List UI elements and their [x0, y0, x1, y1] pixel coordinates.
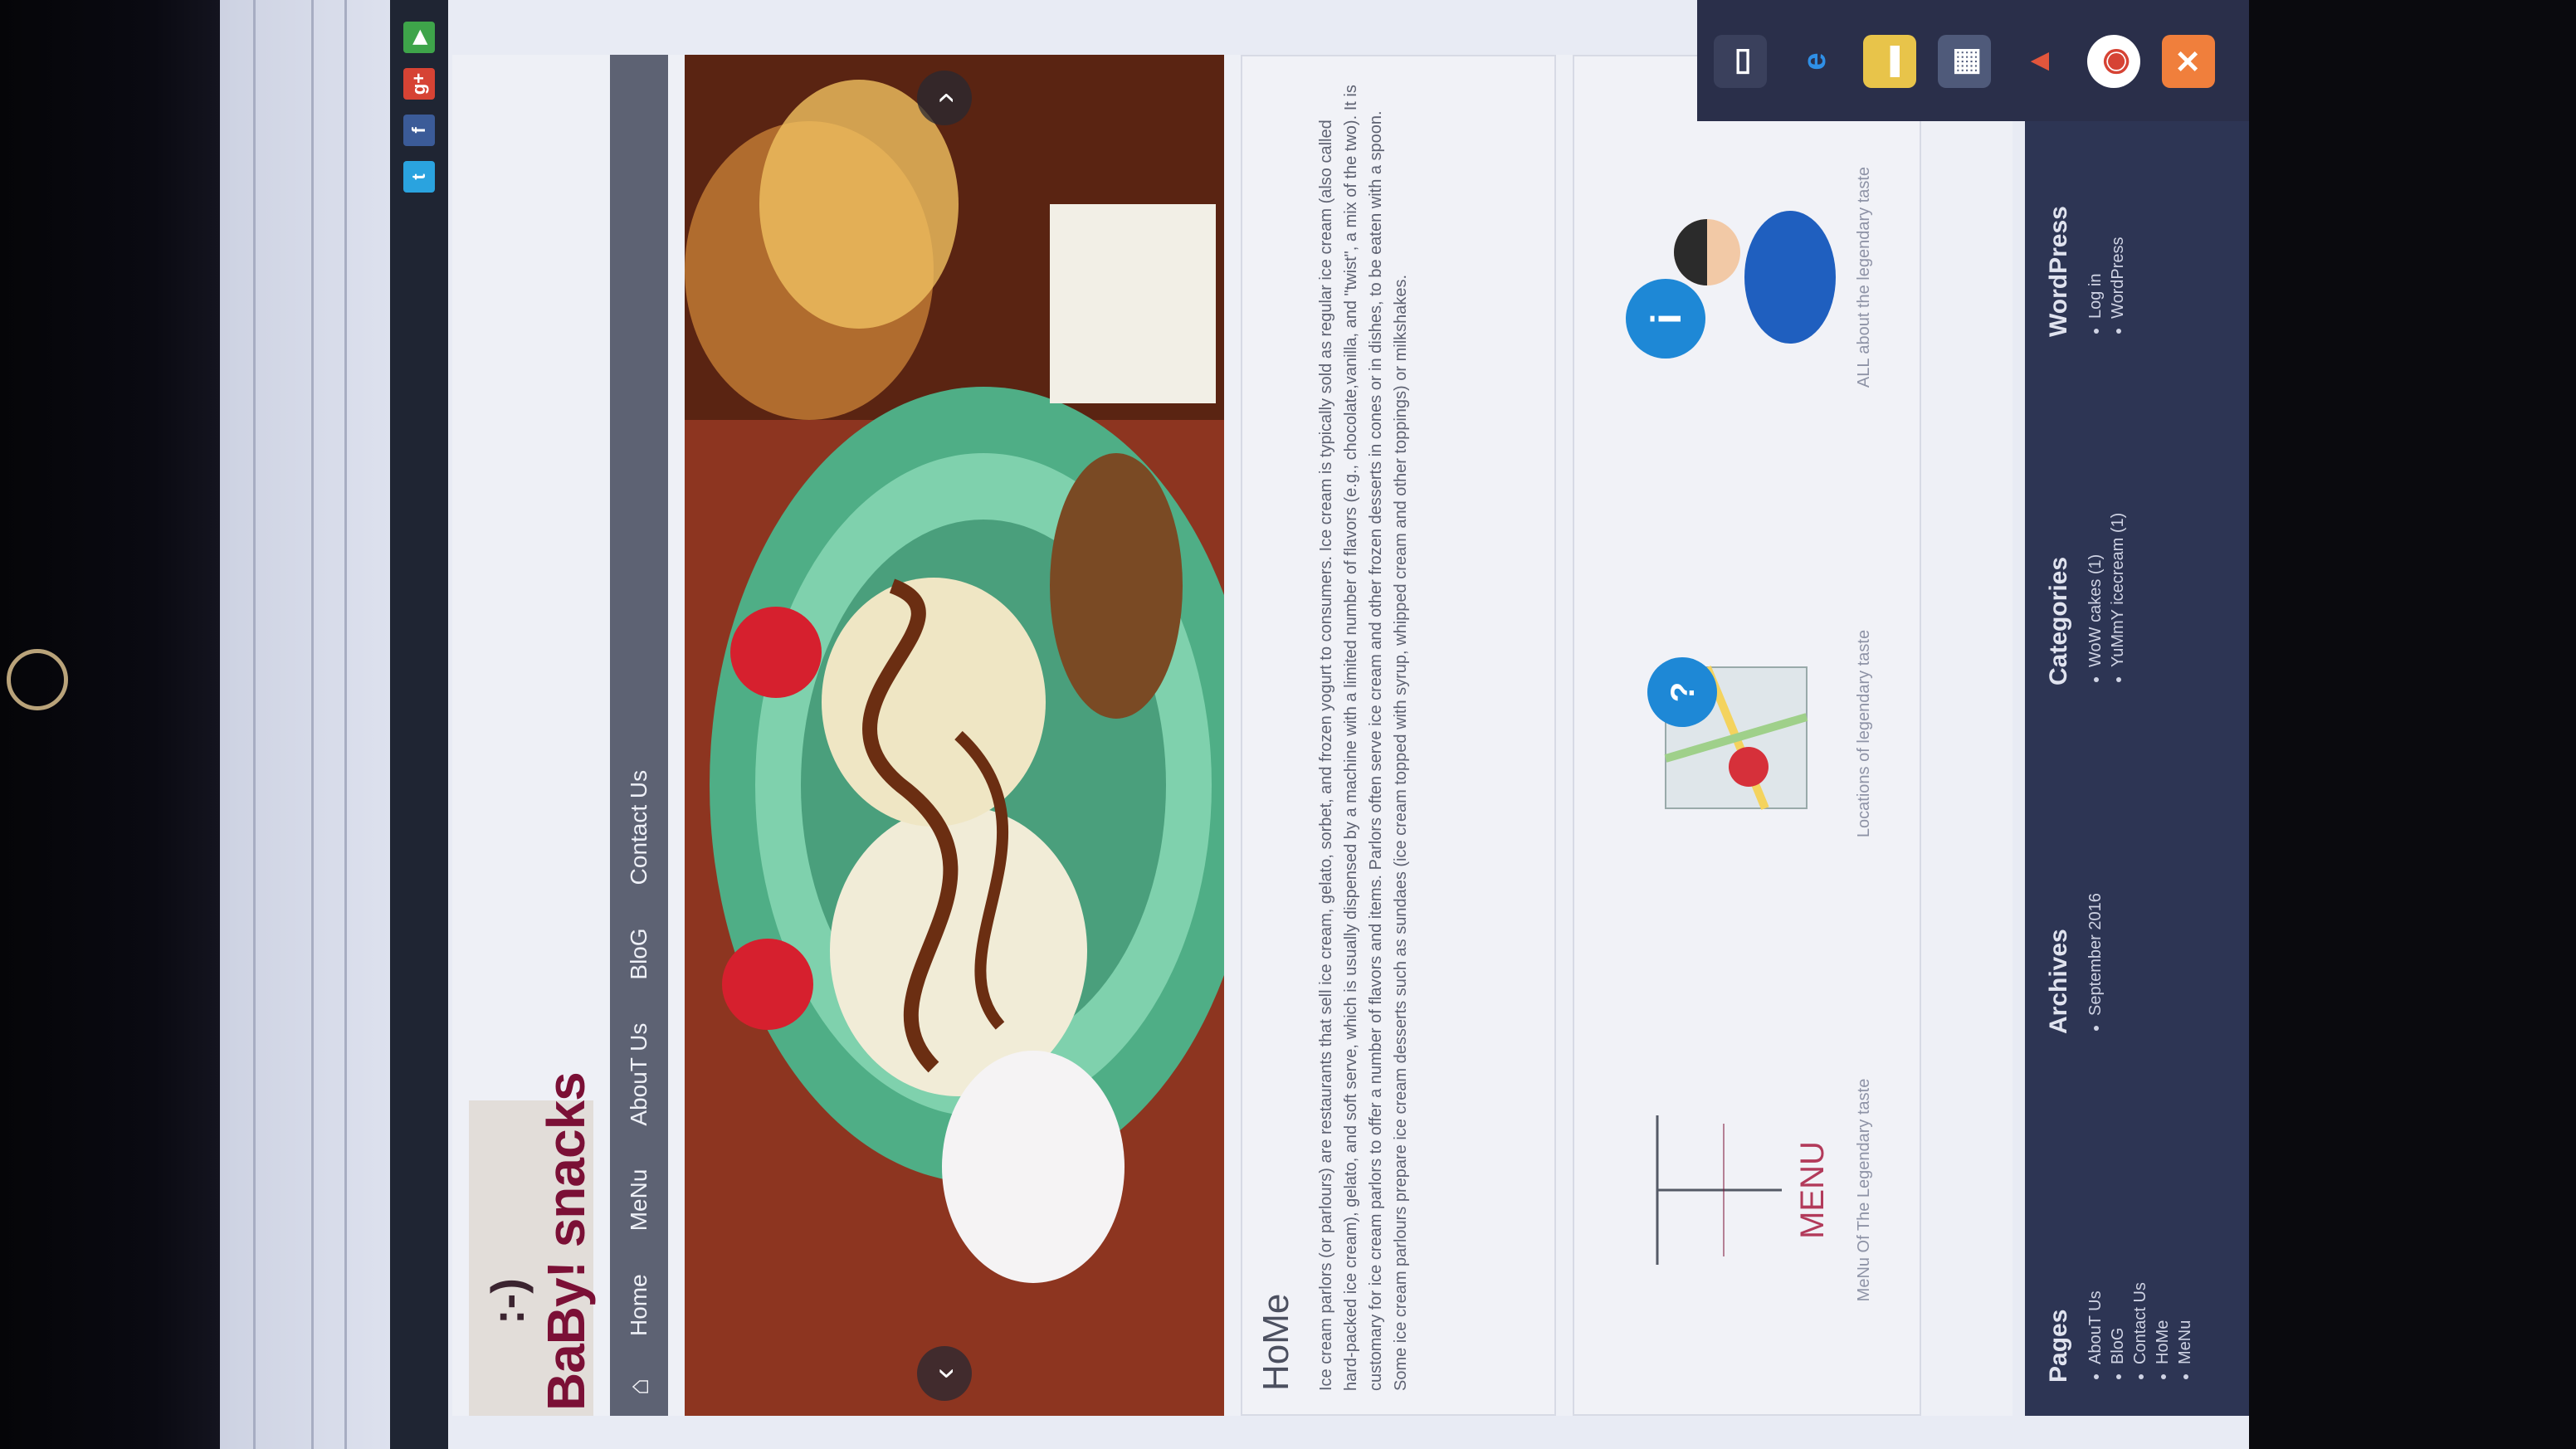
twitter-icon[interactable]: t: [403, 161, 435, 193]
footer-wordpress: WordPress Log in WordPress: [2045, 206, 2130, 337]
google-plus-icon[interactable]: g+: [403, 68, 435, 100]
site-footer: Pages AbouT Us BloG Contact Us HoMe MeNu…: [2025, 55, 2249, 1416]
sundae-photo: [685, 55, 1224, 1416]
feature-locations[interactable]: ? Locations of legendary taste: [1574, 510, 1923, 958]
youtube-icon[interactable]: ▶: [403, 22, 435, 53]
svg-text:i: i: [1643, 313, 1690, 324]
feature-caption[interactable]: MeNu Of The Legendary taste: [1855, 966, 1874, 1414]
page-title: HoMe: [1256, 1293, 1296, 1391]
footer-heading: WordPress: [2045, 206, 2072, 337]
nav-item-contact[interactable]: Contact Us: [610, 749, 668, 907]
task-view-icon[interactable]: ▭: [1714, 35, 1767, 88]
photo-frame: t f g+ ▶ :-) BaBy! snacks ⌂ Home MeNu Ab…: [0, 0, 2576, 1449]
footer-pages: Pages AbouT Us BloG Contact Us HoMe MeNu: [2045, 1282, 2197, 1383]
browser-chrome: [220, 0, 392, 1449]
prev-slide-icon[interactable]: ‹: [917, 1346, 972, 1401]
rotated-page: t f g+ ▶ :-) BaBy! snacks ⌂ Home MeNu Ab…: [220, 0, 2249, 1449]
logo-text: BaBy! snacks: [536, 1072, 596, 1411]
file-explorer-icon[interactable]: ▬: [1863, 35, 1916, 88]
nav-item-blog[interactable]: BloG: [610, 906, 668, 1001]
feature-caption[interactable]: Locations of legendary taste: [1855, 510, 1874, 958]
footer-archives: Archives September 2016: [2045, 893, 2107, 1034]
main-nav: ⌂ Home MeNu AbouT Us BloG Contact Us: [610, 55, 668, 1416]
footer-link[interactable]: AbouT Us: [2085, 1282, 2107, 1364]
footer-link[interactable]: WoW cakes (1): [2085, 513, 2107, 667]
footer-link[interactable]: WordPress: [2107, 206, 2130, 319]
menu-graphic-label: MENU: [1794, 1141, 1831, 1239]
home-icon[interactable]: ⌂: [610, 1358, 668, 1416]
footer-link[interactable]: September 2016: [2085, 893, 2107, 1016]
facebook-icon[interactable]: f: [403, 115, 435, 146]
map-location-icon: ?: [1647, 657, 1808, 810]
social-bar: t f g+ ▶: [390, 0, 448, 1449]
nav-item-home[interactable]: Home: [610, 1252, 668, 1358]
footer-link[interactable]: HoMe: [2152, 1282, 2174, 1364]
footer-link[interactable]: Contact Us: [2130, 1282, 2152, 1364]
taskbar: ▭ e ▬ ▦ ▲ ◉ ✕: [1697, 0, 2249, 121]
footer-heading: Pages: [2045, 1309, 2072, 1383]
nav-item-about[interactable]: AbouT Us: [610, 1002, 668, 1148]
footer-link[interactable]: BloG: [2107, 1282, 2130, 1364]
feature-menu[interactable]: MENU MeNu Of The Legendary taste: [1574, 966, 1923, 1414]
footer-link[interactable]: Log in: [2085, 206, 2107, 320]
home-body-text: Ice cream parlors (or parlours) are rest…: [1317, 85, 1410, 1391]
next-slide-icon[interactable]: ›: [917, 71, 972, 125]
chrome-icon[interactable]: ◉: [2087, 35, 2140, 88]
footer-heading: Archives: [2045, 929, 2072, 1034]
xampp-icon[interactable]: ✕: [2162, 35, 2215, 88]
site-logo[interactable]: :-) BaBy! snacks: [469, 1072, 596, 1416]
feature-row: MENU MeNu Of The Legendary taste ? Locat…: [1573, 55, 1921, 1416]
footer-link[interactable]: MeNu: [2174, 1282, 2197, 1364]
footer-heading: Categories: [2045, 556, 2072, 685]
app-icon[interactable]: ▲: [2013, 35, 2066, 88]
home-content: HoMe Ice cream parlors (or parlours) are…: [1241, 55, 1556, 1416]
menu-graphic-icon: MENU: [1656, 1115, 1831, 1265]
nav-item-menu[interactable]: MeNu: [610, 1148, 668, 1253]
edge-icon[interactable]: e: [1788, 35, 1842, 88]
smiley-icon: :-): [481, 1278, 534, 1325]
device-bezel-right: [2249, 0, 2576, 1449]
footer-link[interactable]: YuMmY icecream (1): [2107, 513, 2130, 667]
device-bezel: [0, 0, 220, 1449]
hero-slider[interactable]: ‹ ›: [685, 55, 1224, 1416]
site: :-) BaBy! snacks ⌂ Home MeNu AbouT Us Bl…: [452, 55, 2013, 1416]
footer-categories: Categories WoW cakes (1) YuMmY icecream …: [2045, 513, 2130, 685]
camera-icon: [7, 649, 68, 710]
svg-text:?: ?: [1665, 682, 1701, 702]
screen: t f g+ ▶ :-) BaBy! snacks ⌂ Home MeNu Ab…: [220, 0, 2249, 1449]
store-icon[interactable]: ▦: [1938, 35, 1991, 88]
